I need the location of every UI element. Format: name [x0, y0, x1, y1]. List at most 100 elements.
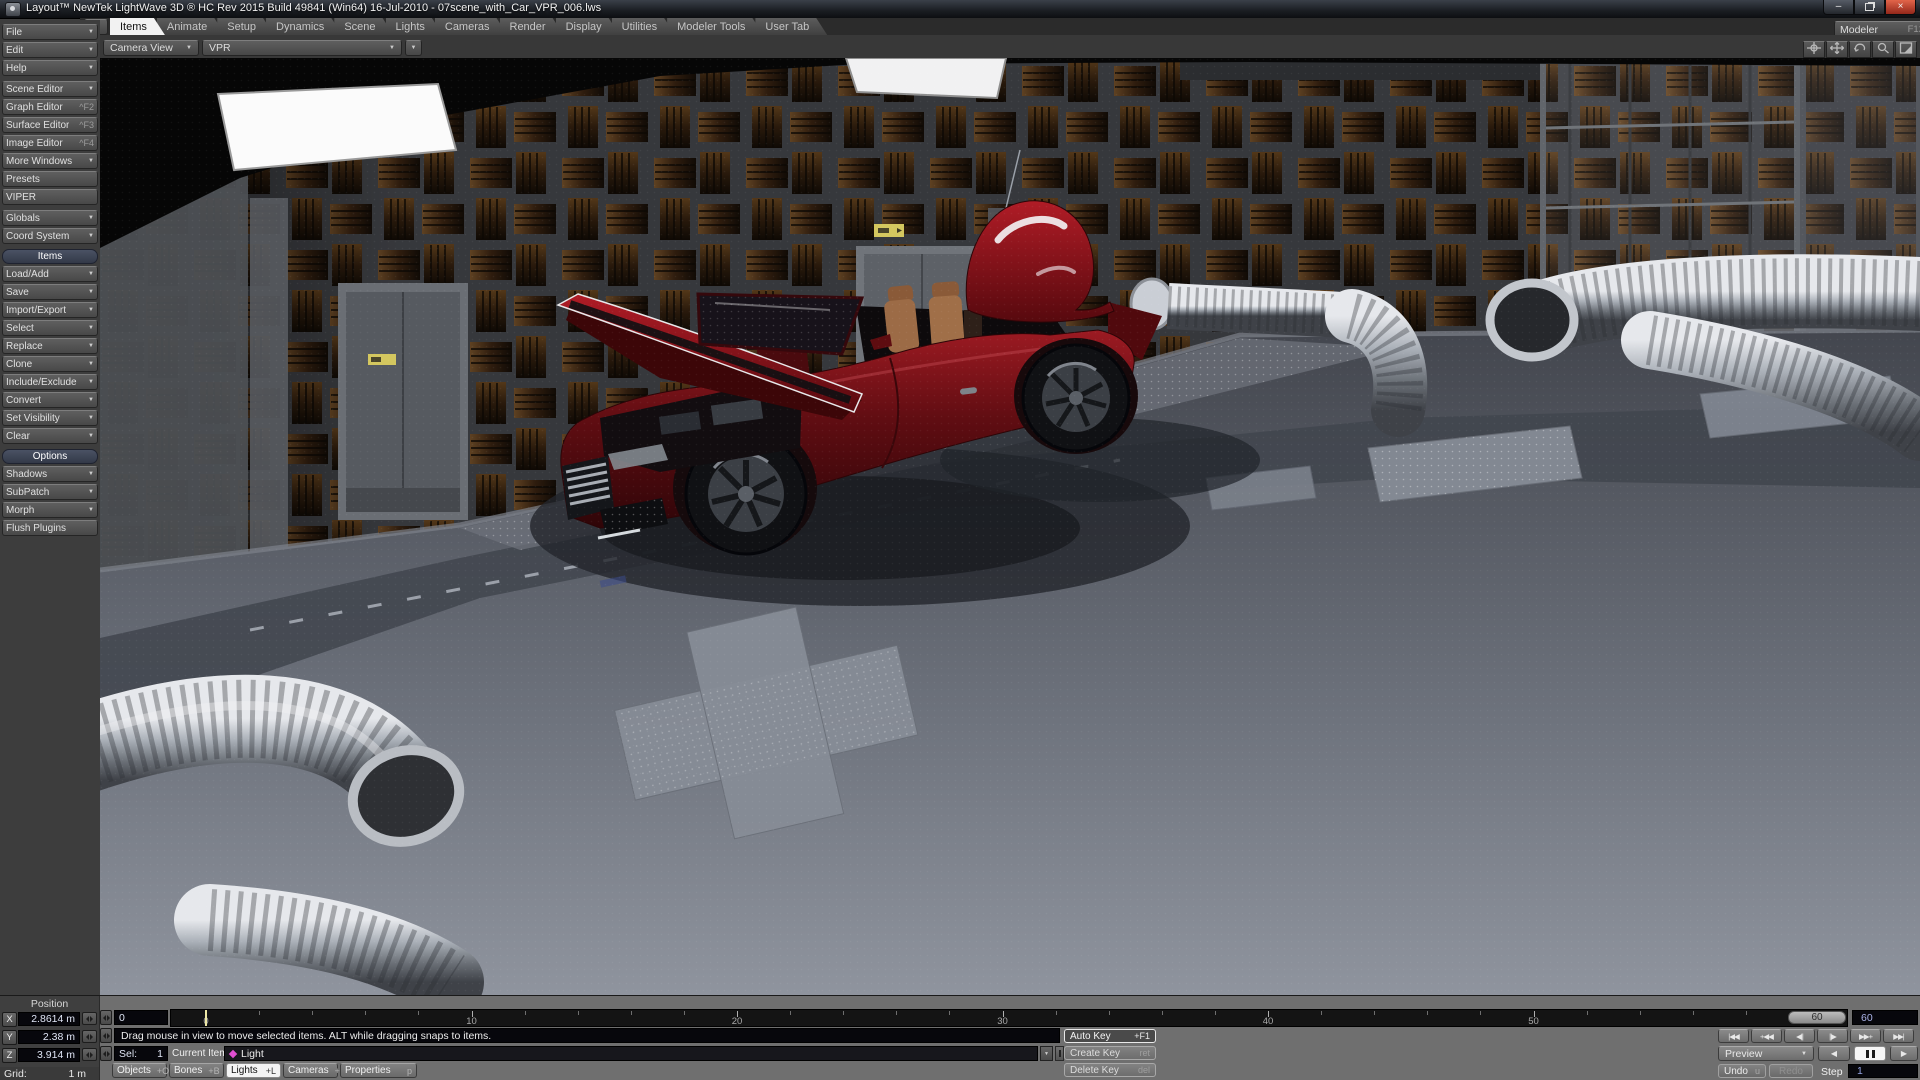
sidebar-item-label: File	[6, 27, 22, 38]
prev-key-button[interactable]: +◀◀	[1751, 1029, 1782, 1043]
item-type-lights[interactable]: Lights+L	[226, 1063, 281, 1078]
sidebar-item-select[interactable]: Select▼	[2, 320, 98, 336]
current-item-value: Light	[241, 1048, 264, 1060]
viewport-options-dropdown[interactable]: ▼	[405, 40, 422, 56]
sidebar-item-import-export[interactable]: Import/Export▼	[2, 302, 98, 318]
tab-setup[interactable]: Setup	[217, 18, 274, 35]
dropdown-arrow-icon: ▼	[86, 361, 94, 367]
create-key-button[interactable]: Create Key ret	[1064, 1046, 1156, 1060]
play-reverse-button[interactable]: ◀	[1818, 1046, 1850, 1061]
sidebar-item-presets[interactable]: Presets	[2, 171, 98, 187]
play-forward-button[interactable]: ▶	[1890, 1046, 1918, 1061]
axis-button-y[interactable]: Y	[2, 1030, 17, 1045]
sidebar-item-include-exclude[interactable]: Include/Exclude▼	[2, 374, 98, 390]
timeline-ruler[interactable]: 0102030405060	[170, 1009, 1848, 1027]
tab-render[interactable]: Render	[500, 18, 564, 35]
sidebar-item-image-editor[interactable]: Image Editor^F4	[2, 135, 98, 151]
go-end-button[interactable]: ▶▶|	[1883, 1029, 1914, 1043]
view-mode-dropdown[interactable]: Camera View ▼	[103, 40, 199, 56]
sidebar-item-scene-editor[interactable]: Scene Editor▼	[2, 81, 98, 97]
next-key-button[interactable]: ▶▶+	[1850, 1029, 1881, 1043]
tab-modeler-tools[interactable]: Modeler Tools	[667, 18, 763, 35]
viewport-3d[interactable]	[100, 58, 1920, 995]
sidebar-item-shadows[interactable]: Shadows▼	[2, 466, 98, 482]
tab-utilities[interactable]: Utilities	[612, 18, 675, 35]
sidebar-item-coord-system[interactable]: Coord System▼	[2, 228, 98, 244]
sidebar-item-more-windows[interactable]: More Windows▼	[2, 153, 98, 169]
sidebar-item-surface-editor[interactable]: Surface Editor^F3	[2, 117, 98, 133]
restore-button[interactable]	[1854, 0, 1885, 15]
minimize-button[interactable]: –	[1823, 0, 1854, 15]
status-stepper[interactable]	[100, 1028, 112, 1043]
sidebar-item-flush-plugins[interactable]: Flush Plugins	[2, 520, 98, 536]
tab-scene[interactable]: Scene	[334, 18, 393, 35]
tab-dynamics[interactable]: Dynamics	[266, 18, 342, 35]
tab-animate[interactable]: Animate	[157, 18, 225, 35]
current-item-dropdown[interactable]: Light	[224, 1046, 1038, 1061]
axis-row-z: Z3.914 m	[0, 1047, 99, 1063]
sidebar-item-load-add[interactable]: Load/Add▼	[2, 266, 98, 282]
item-type-objects[interactable]: Objects+O	[112, 1063, 167, 1078]
selection-stepper[interactable]	[100, 1046, 112, 1061]
axis-button-x[interactable]: X	[2, 1012, 17, 1027]
axis-stepper-z[interactable]	[82, 1048, 97, 1061]
step-forward-button[interactable]: ||▶	[1817, 1029, 1848, 1043]
axis-stepper-x[interactable]	[82, 1012, 97, 1025]
tab-items[interactable]: Items	[110, 18, 165, 35]
pause-button[interactable]	[1854, 1046, 1886, 1061]
zoom-view-button[interactable]	[1872, 41, 1894, 58]
sidebar-group-options: OptionsShadows▼SubPatch▼Morph▼Flush Plug…	[0, 449, 100, 536]
sidebar-item-viper[interactable]: VIPER	[2, 189, 98, 205]
sidebar-item-subpatch[interactable]: SubPatch▼	[2, 484, 98, 500]
render-mode-dropdown[interactable]: VPR ▼	[202, 40, 402, 56]
step-back-button[interactable]: ◀||	[1784, 1029, 1815, 1043]
item-type-cameras[interactable]: Cameras+C	[283, 1063, 338, 1078]
sidebar-item-set-visibility[interactable]: Set Visibility▼	[2, 410, 98, 426]
frame-stepper[interactable]	[100, 1010, 112, 1025]
tab-display[interactable]: Display	[556, 18, 620, 35]
sidebar-item-clear[interactable]: Clear▼	[2, 428, 98, 444]
sidebar-item-help[interactable]: Help▼	[2, 60, 98, 76]
timeline-playhead[interactable]	[205, 1010, 207, 1026]
current-frame-field[interactable]: 0	[114, 1010, 168, 1025]
current-item-arrow-button[interactable]: ▼	[1040, 1046, 1053, 1061]
pause-icon	[1866, 1050, 1869, 1058]
axis-value-y[interactable]: 2.38 m	[18, 1030, 80, 1044]
go-start-button[interactable]: |◀◀	[1718, 1029, 1749, 1043]
dropdown-arrow-icon: ▼	[86, 233, 94, 239]
last-frame-field[interactable]: 60	[1852, 1010, 1918, 1025]
close-button[interactable]: ×	[1885, 0, 1916, 15]
sidebar-item-edit[interactable]: Edit▼	[2, 42, 98, 58]
step-field[interactable]: 1	[1848, 1064, 1918, 1078]
tab-cameras[interactable]: Cameras	[435, 18, 508, 35]
item-type-properties[interactable]: Propertiesp	[340, 1063, 417, 1078]
tab-user-tab[interactable]: User Tab	[755, 18, 827, 35]
pan-view-button[interactable]	[1826, 41, 1848, 58]
preview-dropdown[interactable]: Preview ▼	[1718, 1046, 1814, 1061]
axis-value-z[interactable]: 3.914 m	[18, 1048, 80, 1062]
timeline-tick-minor	[1746, 1011, 1747, 1015]
item-type-bones[interactable]: Bones+B	[169, 1063, 224, 1078]
axis-stepper-y[interactable]	[82, 1030, 97, 1043]
sidebar-item-file[interactable]: File▼	[2, 24, 98, 40]
maximize-viewport-button[interactable]	[1895, 41, 1917, 58]
sidebar-item-save[interactable]: Save▼	[2, 284, 98, 300]
sidebar-item-morph[interactable]: Morph▼	[2, 502, 98, 518]
sidebar-item-convert[interactable]: Convert▼	[2, 392, 98, 408]
axis-value-x[interactable]: 2.8614 m	[18, 1012, 80, 1026]
timeline-range-end-handle[interactable]: 60	[1788, 1011, 1846, 1024]
sidebar-item-graph-editor[interactable]: Graph Editor^F2	[2, 99, 98, 115]
sidebar-item-replace[interactable]: Replace▼	[2, 338, 98, 354]
sidebar-item-label: Presets	[6, 174, 40, 185]
delete-key-button[interactable]: Delete Key del	[1064, 1063, 1156, 1077]
auto-key-button[interactable]: Auto Key +F1	[1064, 1029, 1156, 1043]
redo-button[interactable]: Redo	[1769, 1064, 1813, 1078]
axis-button-z[interactable]: Z	[2, 1048, 17, 1063]
center-item-button[interactable]	[1803, 41, 1825, 58]
tab-lights[interactable]: Lights	[386, 18, 443, 35]
sidebar-item-clone[interactable]: Clone▼	[2, 356, 98, 372]
rotate-view-button[interactable]	[1849, 41, 1871, 58]
undo-button[interactable]: Undo u	[1718, 1064, 1766, 1078]
item-lock-button[interactable]	[1055, 1046, 1064, 1061]
sidebar-item-globals[interactable]: Globals▼	[2, 210, 98, 226]
